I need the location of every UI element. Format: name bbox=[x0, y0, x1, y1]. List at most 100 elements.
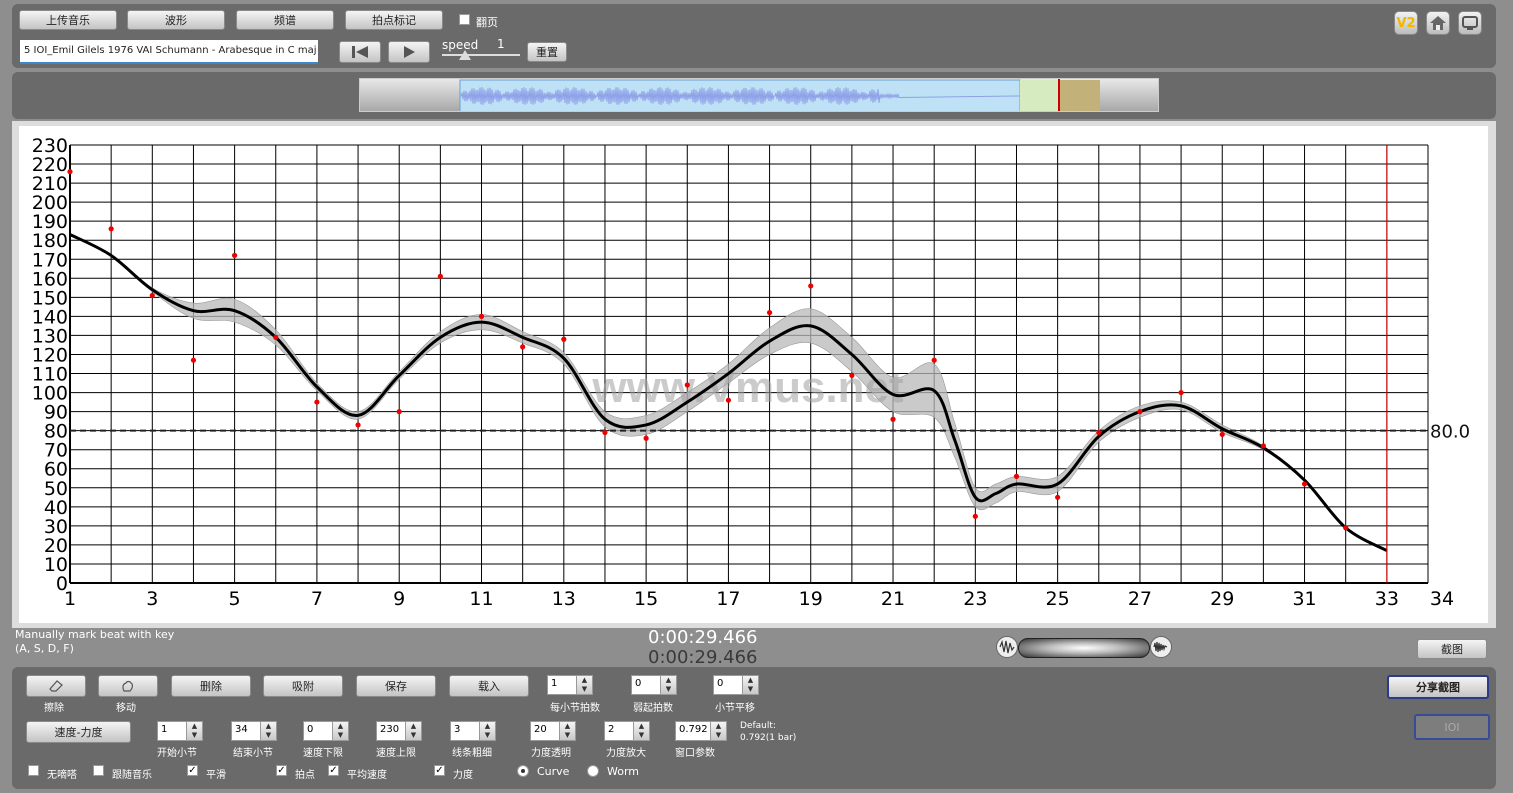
tempo-min-label: 速度下限 bbox=[303, 748, 343, 759]
share-screenshot-button[interactable]: 分享截图 bbox=[1387, 675, 1489, 699]
rewind-button[interactable] bbox=[339, 41, 381, 63]
beat-point bbox=[890, 416, 896, 422]
beat-point bbox=[1013, 473, 1020, 479]
dyn-scale-label: 力度放大 bbox=[606, 748, 646, 759]
erase-button[interactable] bbox=[26, 675, 86, 697]
beats-per-bar-value[interactable]: 1 bbox=[547, 675, 577, 695]
window-param-label: 窗口参数 bbox=[675, 748, 715, 759]
stepper-arrows[interactable]: ▲ ▼ bbox=[261, 721, 277, 741]
line-width-value[interactable]: 3 bbox=[450, 721, 480, 741]
spectrum-button[interactable]: 频谱 bbox=[236, 10, 334, 30]
stepper-arrows[interactable]: ▲ ▼ bbox=[661, 675, 677, 695]
waveform-dense-icon[interactable] bbox=[1150, 636, 1172, 658]
dyn-scale-stepper[interactable]: 2 ▲ ▼ bbox=[604, 721, 650, 741]
pickup-beats-stepper[interactable]: 0 ▲ ▼ bbox=[631, 675, 677, 695]
tempo-min-value[interactable]: 0 bbox=[303, 721, 333, 741]
reset-button[interactable]: 重置 bbox=[527, 42, 567, 62]
stepper-arrows[interactable]: ▲ ▼ bbox=[560, 721, 576, 741]
ioi-button[interactable]: IOI bbox=[1414, 714, 1490, 740]
home-icon[interactable] bbox=[1426, 11, 1450, 35]
play-icon bbox=[404, 46, 415, 58]
bar-shift-stepper[interactable]: 0 ▲ ▼ bbox=[713, 675, 759, 695]
stepper-arrows[interactable]: ▲ ▼ bbox=[577, 675, 593, 695]
tempo-dynamics-button[interactable]: 速度-力度 bbox=[26, 721, 131, 743]
dyn-transparency-stepper[interactable]: 20 ▲ ▼ bbox=[530, 721, 576, 741]
beats-per-bar-stepper[interactable]: 1 ▲ ▼ bbox=[547, 675, 593, 695]
play-button[interactable] bbox=[388, 41, 430, 63]
line-width-stepper[interactable]: 3 ▲ ▼ bbox=[450, 721, 496, 741]
v2-icon[interactable]: V2 bbox=[1394, 11, 1418, 35]
beat-points-checkbox[interactable]: ✓ bbox=[276, 765, 287, 776]
beat-point bbox=[67, 169, 73, 175]
window-param-stepper[interactable]: 0.792 ▲ ▼ bbox=[675, 721, 727, 741]
tempo-max-stepper[interactable]: 230 ▲ ▼ bbox=[376, 721, 422, 741]
window-param-value[interactable]: 0.792 bbox=[675, 721, 711, 741]
beat-point bbox=[561, 336, 567, 342]
zoom-slider[interactable] bbox=[1018, 638, 1150, 658]
stepper-arrows[interactable]: ▲ ▼ bbox=[743, 675, 759, 695]
pickup-beats-label: 弱起拍数 bbox=[633, 703, 673, 714]
start-bar-value[interactable]: 1 bbox=[157, 721, 187, 741]
start-bar-stepper[interactable]: 1 ▲ ▼ bbox=[157, 721, 203, 741]
overview-waveform bbox=[459, 79, 1100, 111]
snap-button[interactable]: 吸附 bbox=[263, 675, 343, 697]
stepper-arrows[interactable]: ▲ ▼ bbox=[333, 721, 349, 741]
chart-area[interactable]: www.Vmus.net 80.0 0 10 20 30 40 50 60 70 80 90 100… bbox=[19, 126, 1488, 623]
delete-button[interactable]: 删除 bbox=[171, 675, 251, 697]
average-tempo-checkbox[interactable]: ✓ bbox=[328, 765, 339, 776]
smooth-checkbox[interactable]: ✓ bbox=[187, 765, 198, 776]
dyn-transparency-label: 力度透明 bbox=[531, 748, 571, 759]
stepper-arrows[interactable]: ▲ ▼ bbox=[406, 721, 422, 741]
load-button[interactable]: 载入 bbox=[449, 675, 529, 697]
waveform-button[interactable]: 波形 bbox=[127, 10, 225, 30]
y-tick-label: 150 bbox=[32, 287, 68, 309]
worm-radio[interactable] bbox=[587, 765, 599, 777]
page-turn-label: 翻页 bbox=[476, 16, 498, 29]
beat-point bbox=[1301, 481, 1308, 487]
beat-point bbox=[314, 399, 320, 405]
tempo-max-value[interactable]: 230 bbox=[376, 721, 406, 741]
bar-shift-value[interactable]: 0 bbox=[713, 675, 743, 695]
file-name-text: 5 IOI_Emil Gilels 1976 VAI Schumann - Ar… bbox=[24, 45, 317, 56]
stepper-arrows[interactable]: ▲ ▼ bbox=[187, 721, 203, 741]
page-turn-checkbox[interactable] bbox=[459, 14, 470, 25]
tempo-chart: www.Vmus.net 80.0 0102030405060708090100… bbox=[32, 135, 1470, 610]
no-tick-checkbox[interactable] bbox=[28, 765, 39, 776]
screenshot-button[interactable]: 截图 bbox=[1417, 639, 1487, 659]
file-name-field[interactable]: 5 IOI_Emil Gilels 1976 VAI Schumann - Ar… bbox=[20, 40, 318, 64]
stepper-arrows[interactable]: ▲ ▼ bbox=[634, 721, 650, 741]
beat-point bbox=[849, 372, 855, 379]
x-tick-label: 15 bbox=[634, 588, 658, 610]
tempo-max-label: 速度上限 bbox=[376, 748, 416, 759]
beat-point bbox=[396, 409, 402, 415]
curve-radio[interactable] bbox=[517, 765, 529, 777]
x-tick-label: 31 bbox=[1292, 588, 1316, 610]
dynamics-checkbox[interactable]: ✓ bbox=[434, 765, 445, 776]
pickup-beats-value[interactable]: 0 bbox=[631, 675, 661, 695]
waveform-overview[interactable] bbox=[359, 78, 1159, 112]
beat-point bbox=[355, 422, 361, 428]
upload-music-button[interactable]: 上传音乐 bbox=[19, 10, 117, 30]
x-tick-label: 23 bbox=[963, 588, 987, 610]
follow-music-checkbox[interactable] bbox=[93, 765, 104, 776]
stepper-arrows[interactable]: ▲ ▼ bbox=[711, 721, 727, 741]
follow-music-label: 跟随音乐 bbox=[112, 770, 152, 781]
dyn-scale-value[interactable]: 2 bbox=[604, 721, 634, 741]
beat-mark-button[interactable]: 拍点标记 bbox=[345, 10, 443, 30]
beat-point bbox=[602, 429, 608, 436]
end-bar-value[interactable]: 34 bbox=[231, 721, 261, 741]
speed-slider-track[interactable] bbox=[442, 54, 520, 56]
beat-point bbox=[478, 313, 485, 319]
y-tick-label: 160 bbox=[32, 268, 68, 290]
beat-point bbox=[190, 357, 197, 363]
x-tick-label: 9 bbox=[393, 588, 405, 610]
monitor-icon[interactable] bbox=[1458, 11, 1482, 35]
dyn-transparency-value[interactable]: 20 bbox=[530, 721, 560, 741]
speed-slider-thumb[interactable] bbox=[459, 50, 472, 60]
stepper-arrows[interactable]: ▲ ▼ bbox=[480, 721, 496, 741]
move-button[interactable] bbox=[98, 675, 158, 697]
tempo-min-stepper[interactable]: 0 ▲ ▼ bbox=[303, 721, 349, 741]
save-button[interactable]: 保存 bbox=[356, 675, 436, 697]
end-bar-stepper[interactable]: 34 ▲ ▼ bbox=[231, 721, 277, 741]
waveform-zoom-icon[interactable] bbox=[996, 636, 1018, 658]
